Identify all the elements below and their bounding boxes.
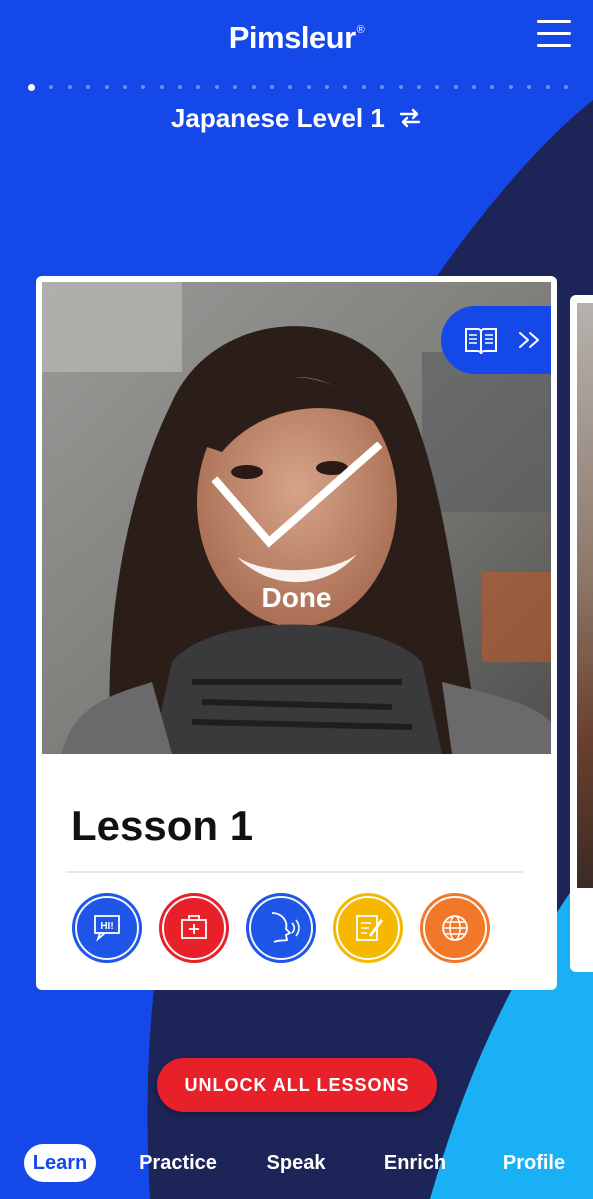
pagination-dot	[67, 85, 72, 89]
app-screen: Pimsleur® Japanese Level 1 Done Lesson 1…	[0, 0, 593, 1199]
lesson-status-label: Done	[261, 582, 332, 613]
pagination-dot	[545, 85, 550, 89]
tab-practice[interactable]: Practice	[130, 1144, 226, 1182]
course-title: Japanese Level 1	[170, 103, 385, 133]
card-divider	[66, 871, 523, 873]
double-chevron-right-icon	[519, 332, 539, 348]
pagination-dot	[141, 85, 146, 89]
pagination-dot	[196, 85, 201, 89]
pagination-dot	[122, 85, 127, 89]
culture-button[interactable]	[420, 893, 490, 963]
pagination-dot	[490, 85, 495, 89]
pagination-dot	[563, 85, 568, 89]
pimsleur-logo: Pimsleur®	[228, 20, 365, 55]
pagination-dot	[325, 85, 329, 89]
pagination-dot	[86, 85, 91, 89]
pagination-dot	[159, 85, 164, 89]
pagination-dot	[398, 85, 403, 89]
pagination-dot	[288, 85, 293, 89]
quick-match-button[interactable]	[159, 893, 229, 963]
culture-icon	[442, 915, 468, 941]
pagination-dot	[306, 85, 311, 89]
reading-button[interactable]	[333, 893, 403, 963]
reading-book-icon	[465, 328, 497, 355]
tab-profile[interactable]: Profile	[494, 1144, 574, 1182]
checkmark-icon	[212, 442, 382, 548]
lesson-card[interactable]: Done Lesson 1 HI!	[36, 276, 557, 990]
lesson-activities: HI!	[72, 893, 490, 963]
quick-match-icon	[181, 915, 207, 939]
lesson-reading-button[interactable]	[441, 306, 551, 374]
flash-cards-icon: HI!	[94, 915, 120, 942]
hamburger-menu-icon[interactable]	[537, 20, 571, 50]
reading-icon	[356, 915, 383, 941]
pagination-dot	[214, 85, 219, 89]
speak-easy-button[interactable]	[246, 893, 316, 963]
pagination-dot	[361, 85, 366, 89]
tab-enrich[interactable]: Enrich	[374, 1144, 456, 1182]
next-lesson-photo	[577, 303, 593, 888]
pagination-dot	[508, 85, 513, 89]
flash-cards-button[interactable]: HI!	[72, 893, 142, 963]
app-header: Pimsleur®	[0, 0, 593, 80]
pagination-dot	[233, 85, 238, 89]
course-level-selector[interactable]: Japanese Level 1	[0, 103, 593, 134]
pagination-dot	[251, 85, 256, 89]
svg-text:HI!: HI!	[100, 921, 113, 932]
pagination-dot	[380, 85, 385, 89]
unlock-all-lessons-button[interactable]: UNLOCK ALL LESSONS	[157, 1058, 437, 1112]
pagination-dot	[269, 85, 274, 89]
pagination-dot	[104, 85, 109, 89]
speak-easy-icon	[271, 912, 300, 943]
lesson-photo[interactable]: Done	[42, 282, 551, 754]
bottom-tab-bar: Learn Practice Speak Enrich Profile	[0, 1140, 593, 1186]
tab-learn[interactable]: Learn	[24, 1144, 96, 1182]
next-lesson-card-peek[interactable]	[570, 295, 593, 972]
tab-speak[interactable]: Speak	[256, 1144, 336, 1182]
pagination-dot	[527, 85, 532, 89]
lesson-pagination-dots	[28, 83, 568, 91]
pagination-dot	[453, 85, 458, 89]
swap-arrows-icon	[399, 108, 421, 128]
pagination-dot	[435, 85, 440, 89]
pagination-dot	[472, 85, 476, 89]
pagination-dot	[49, 85, 54, 89]
pagination-dot	[343, 85, 348, 89]
lesson-title: Lesson 1	[71, 802, 254, 849]
pagination-dot-active	[28, 83, 35, 91]
pagination-dot	[416, 85, 421, 89]
pagination-dot	[178, 85, 182, 89]
